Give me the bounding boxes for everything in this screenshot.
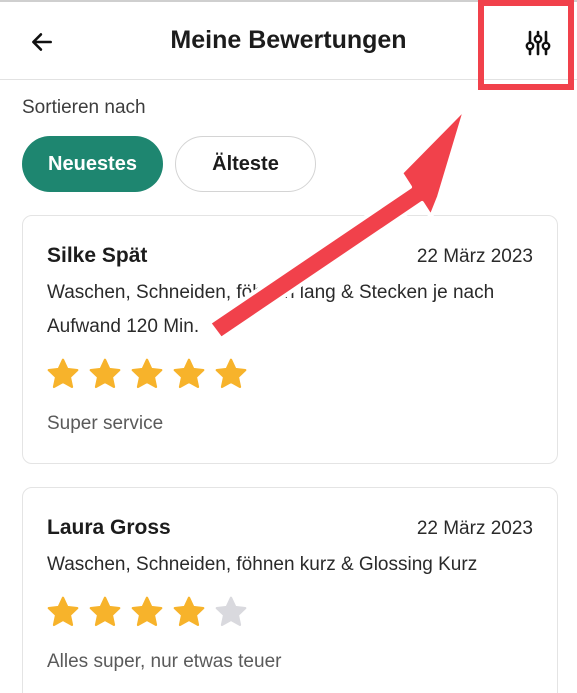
star-filled-icon	[47, 358, 79, 389]
page-title: Meine Bewertungen	[170, 26, 407, 54]
sort-newest-chip[interactable]: Neuestes	[22, 136, 163, 192]
review-date: 22 März 2023	[416, 246, 533, 267]
reviewer-name: Silke Spät	[47, 244, 148, 267]
arrow-left-icon	[32, 33, 52, 51]
service-description: Waschen, Schneiden, föhnen lang & Stecke…	[47, 282, 495, 337]
star-filled-icon	[131, 596, 163, 627]
review-comment: Super service	[47, 413, 164, 434]
star-filled-icon	[173, 358, 205, 389]
reviewer-name: Laura Gross	[47, 516, 171, 539]
star-filled-icon	[89, 596, 121, 627]
star-rating	[45, 356, 249, 392]
service-description: Waschen, Schneiden, föhnen kurz & Glossi…	[47, 554, 478, 575]
sort-oldest-chip[interactable]: Älteste	[175, 136, 316, 192]
star-filled-icon	[173, 596, 205, 627]
sliders-icon	[525, 30, 551, 56]
star-filled-icon	[131, 358, 163, 389]
back-button[interactable]	[26, 26, 58, 58]
star-filled-icon	[215, 358, 247, 389]
review-date: 22 März 2023	[416, 518, 533, 539]
star-filled-icon	[89, 358, 121, 389]
review-comment: Alles super, nur etwas teuer	[47, 651, 282, 672]
filter-button[interactable]	[520, 26, 556, 60]
star-rating	[45, 594, 249, 630]
star-filled-icon	[47, 596, 79, 627]
sort-label: Sortieren nach	[22, 97, 146, 118]
review-card[interactable]: Laura Gross 22 März 2023 Waschen, Schnei…	[22, 487, 558, 693]
review-card[interactable]: Silke Spät 22 März 2023 Waschen, Schneid…	[22, 215, 558, 464]
app-header: Meine Bewertungen	[0, 0, 577, 80]
star-empty-icon	[215, 596, 247, 627]
